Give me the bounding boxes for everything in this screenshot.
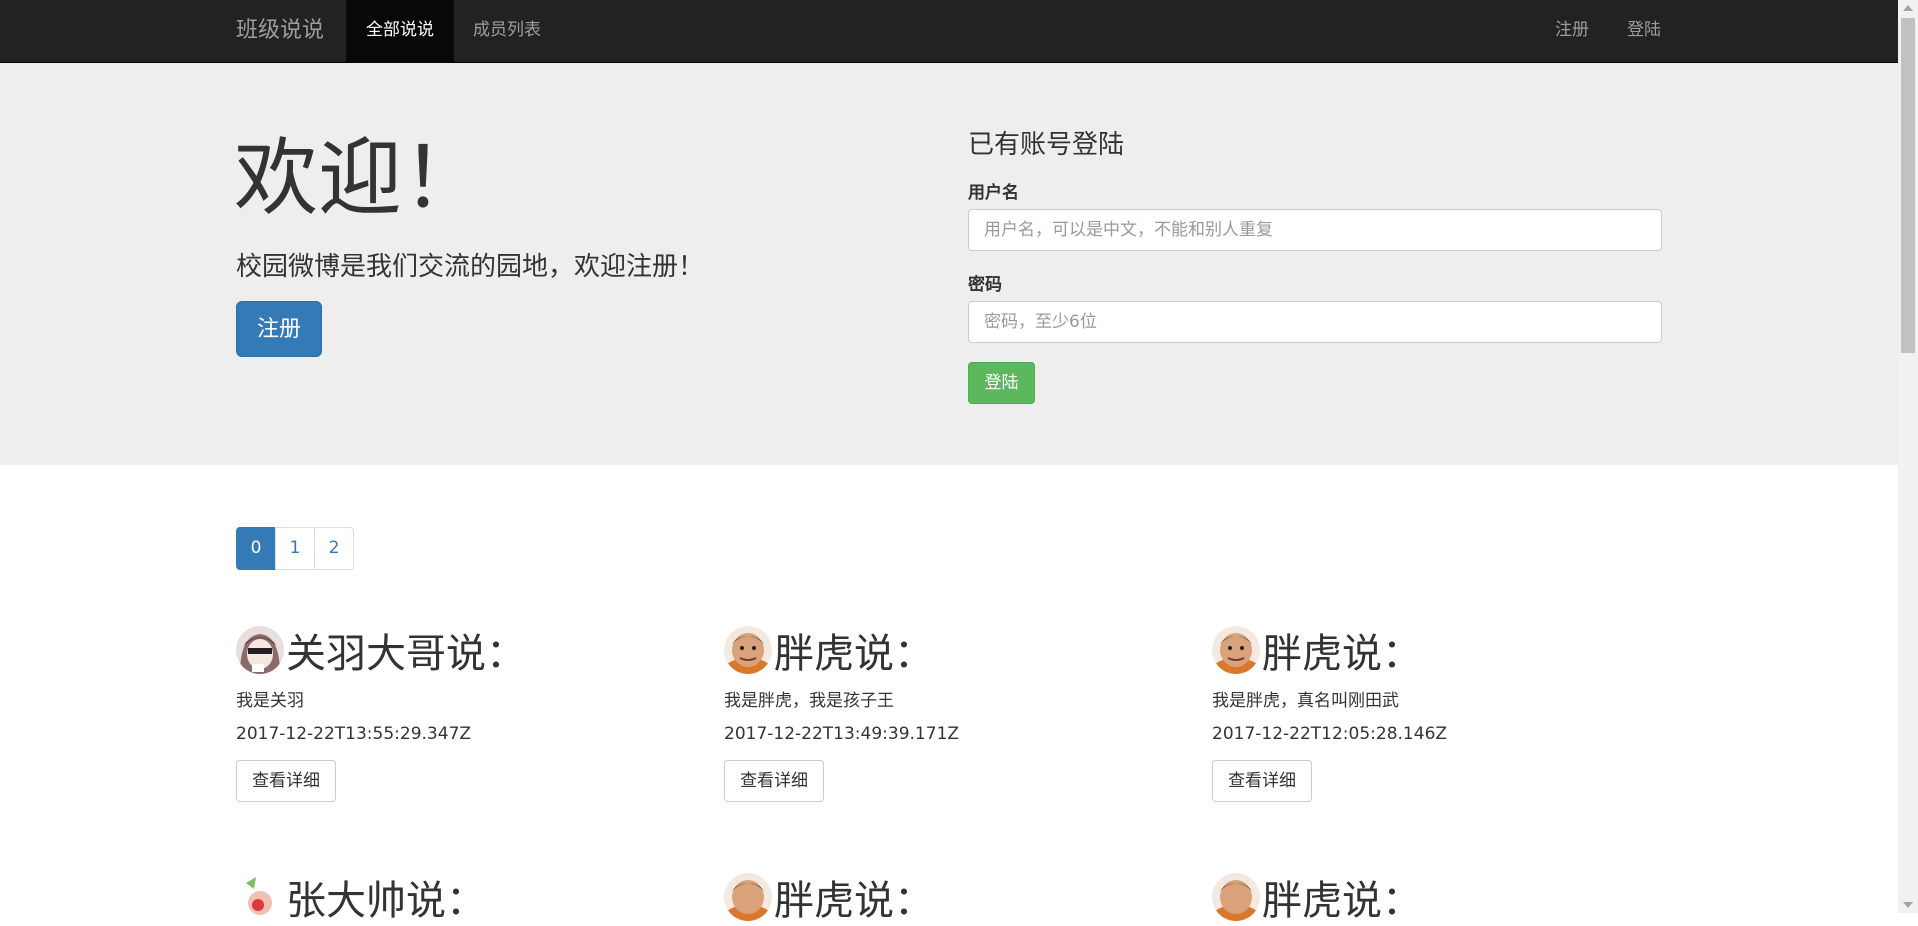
tab-member-list[interactable]: 成员列表 — [454, 0, 560, 62]
nav-register-link[interactable]: 注册 — [1536, 0, 1608, 62]
post-time: 2017-12-22T13:49:39.171Z — [724, 724, 960, 744]
page-1[interactable]: 1 — [275, 527, 315, 570]
post-author: 胖虎说： — [1262, 878, 1422, 924]
username-input[interactable] — [968, 209, 1662, 251]
password-input[interactable] — [968, 301, 1662, 343]
page-0[interactable]: 0 — [236, 527, 276, 570]
view-detail-button[interactable]: 查看详细 — [724, 760, 824, 802]
post-time: 2017-12-22T12:05:28.146Z — [1212, 724, 1448, 744]
navbar: 班级说说 全部说说 成员列表 注册 登陆 — [0, 0, 1898, 63]
gian-avatar-icon[interactable] — [724, 626, 772, 674]
password-label: 密码 — [968, 275, 1002, 295]
gian-avatar-icon[interactable] — [1212, 873, 1260, 921]
post-author: 胖虎说： — [774, 631, 934, 677]
post-author: 胖虎说： — [774, 878, 934, 924]
scrollbar-thumb[interactable] — [1901, 18, 1915, 353]
post-author: 胖虎说： — [1262, 631, 1422, 677]
welcome-heading: 欢迎！ — [234, 129, 487, 227]
scroll-up-arrow-icon[interactable] — [1903, 5, 1913, 11]
username-label: 用户名 — [968, 183, 1019, 203]
post-content: 我是胖虎，真名叫刚田武 — [1212, 691, 1399, 711]
post-content: 我是关羽 — [236, 691, 304, 711]
welcome-lead: 校园微博是我们交流的园地，欢迎注册！ — [236, 252, 705, 282]
anime-avatar-icon[interactable] — [236, 626, 284, 674]
nav-login-link[interactable]: 登陆 — [1608, 0, 1680, 62]
post-author: 张大帅说： — [286, 878, 486, 924]
pagination: 0 1 2 — [236, 527, 354, 570]
login-title: 已有账号登陆 — [968, 130, 1125, 160]
tab-all-posts[interactable]: 全部说说 — [346, 0, 454, 62]
register-button[interactable]: 注册 — [236, 301, 322, 357]
post-time: 2017-12-22T13:55:29.347Z — [236, 724, 472, 744]
login-button[interactable]: 登陆 — [968, 362, 1035, 404]
post-content: 我是胖虎，我是孩子王 — [724, 691, 894, 711]
cartoon-avatar-icon[interactable] — [236, 873, 284, 921]
post-author: 关羽大哥说： — [286, 631, 526, 677]
gian-avatar-icon[interactable] — [724, 873, 772, 921]
page-2[interactable]: 2 — [314, 527, 354, 570]
gian-avatar-icon[interactable] — [1212, 626, 1260, 674]
navbar-brand[interactable]: 班级说说 — [236, 0, 324, 62]
view-detail-button[interactable]: 查看详细 — [1212, 760, 1312, 802]
scroll-down-arrow-icon[interactable] — [1903, 902, 1913, 908]
view-detail-button[interactable]: 查看详细 — [236, 760, 336, 802]
vertical-scrollbar[interactable] — [1898, 0, 1918, 913]
